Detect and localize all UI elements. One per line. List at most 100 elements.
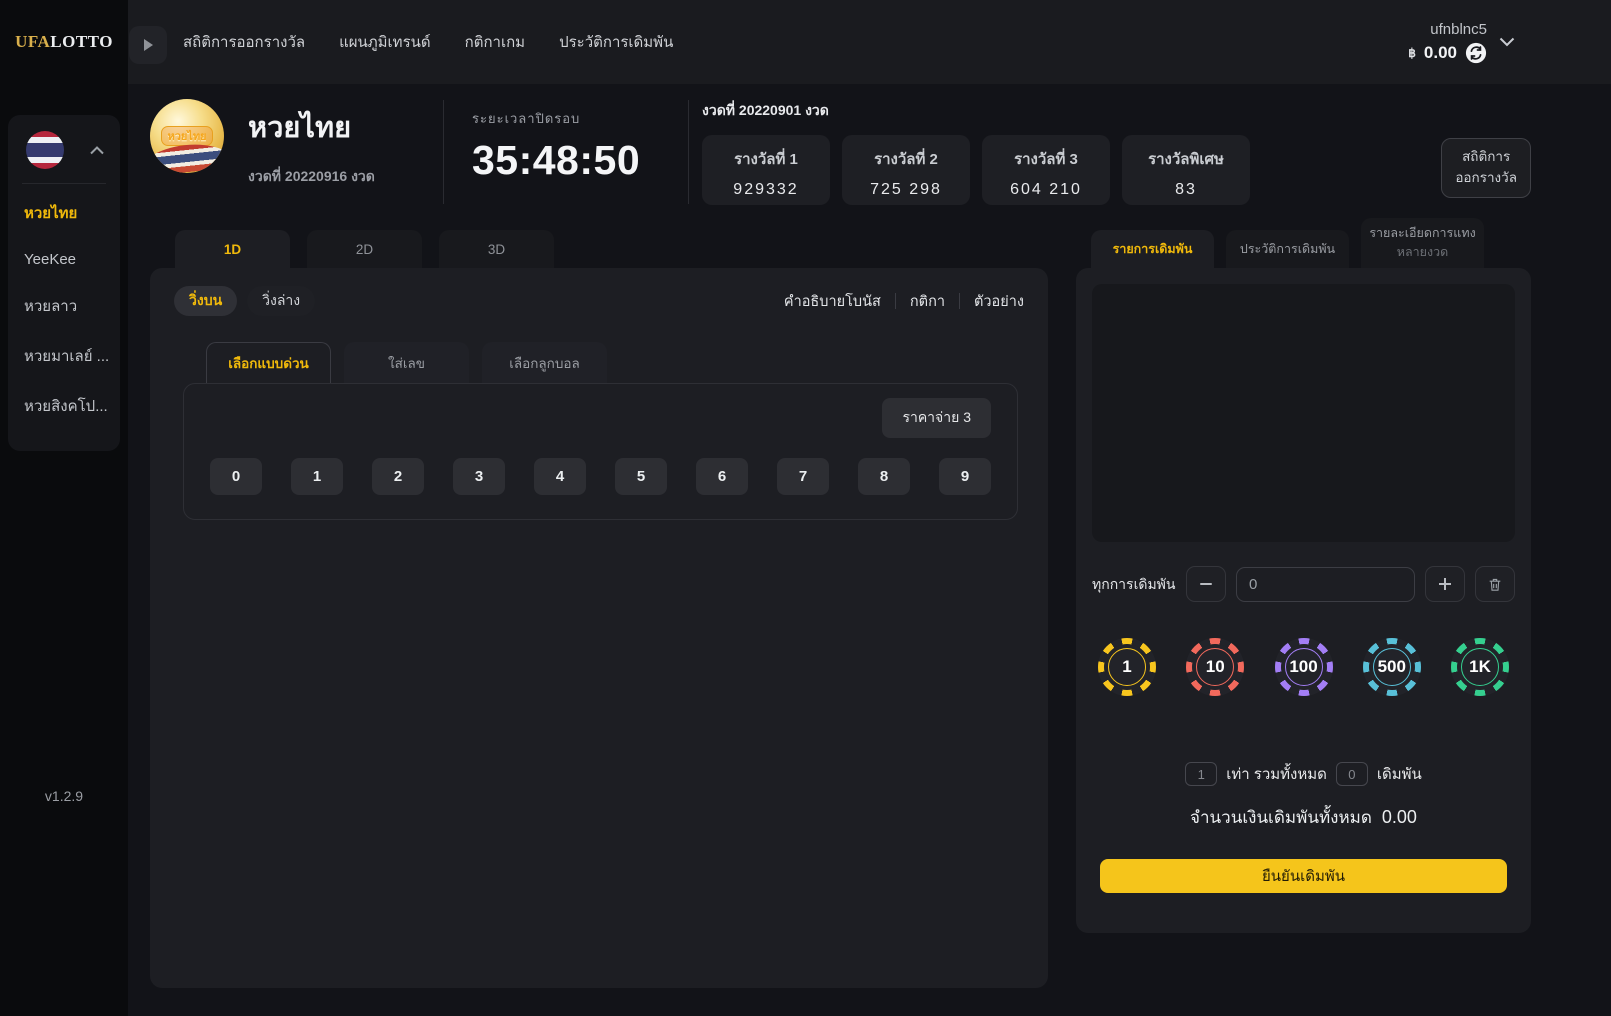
link-bonus-explanation[interactable]: คำอธิบายโบนัส bbox=[784, 290, 881, 313]
number-button-0[interactable]: 0 bbox=[210, 458, 262, 495]
chip-10[interactable]: 10 bbox=[1186, 638, 1244, 696]
lottery-group-header[interactable] bbox=[8, 131, 120, 169]
user-account-block[interactable]: ufnblnc5 ฿ 0.00 bbox=[1408, 21, 1611, 64]
number-button-2[interactable]: 2 bbox=[372, 458, 424, 495]
tab-1d[interactable]: 1D bbox=[175, 230, 290, 268]
quick-pick-box: ราคาจ่าย 3 0 1 2 3 4 5 6 7 8 bbox=[183, 383, 1018, 520]
payout-rate-button[interactable]: ราคาจ่าย 3 bbox=[882, 398, 991, 438]
total-amount-value: 0.00 bbox=[1382, 807, 1417, 827]
tab-bet-list[interactable]: รายการเดิมพัน bbox=[1091, 230, 1214, 268]
nav-bet-history[interactable]: ประวัติการเดิมพัน bbox=[559, 30, 673, 54]
stake-stepper: ทุกการเดิมพัน bbox=[1092, 566, 1515, 602]
bet-slip-tabs: รายการเดิมพัน ประวัติการเดิมพัน รายละเอี… bbox=[1076, 228, 1531, 268]
prize-label: รางวัลที่ 2 bbox=[856, 147, 956, 171]
menu-divider bbox=[22, 183, 106, 184]
brand-logo[interactable]: UFALOTTO bbox=[0, 0, 128, 84]
sidebar-item-singapore-lottery[interactable]: หวยสิงคโป... bbox=[8, 381, 120, 431]
nav-trend-chart[interactable]: แผนภูมิเทรนด์ bbox=[339, 30, 431, 54]
all-bets-label: ทุกการเดิมพัน bbox=[1092, 575, 1176, 594]
multiplier-box: 1 bbox=[1185, 762, 1217, 786]
prize-label: รางวัลที่ 1 bbox=[716, 147, 816, 171]
bet-slip-panel: ทุกการเดิมพัน bbox=[1076, 268, 1531, 933]
chip-500[interactable]: 500 bbox=[1363, 638, 1421, 696]
tab-pick-ball[interactable]: เลือกลูกบอล bbox=[482, 342, 607, 383]
link-example[interactable]: ตัวอย่าง bbox=[974, 290, 1024, 313]
chip-1[interactable]: 1 bbox=[1098, 638, 1156, 696]
sidebar-item-malay-lottery[interactable]: หวยมาเลย์ ... bbox=[8, 331, 120, 381]
game-header: หวยไทย หวยไทย งวดที่ 20220916 งวด ระยะเว… bbox=[150, 96, 1531, 228]
prize-cards: รางวัลที่ 1 929332 รางวัลที่ 2 725 298 ร… bbox=[702, 135, 1441, 205]
chip-100[interactable]: 100 bbox=[1275, 638, 1333, 696]
tab-3d[interactable]: 3D bbox=[439, 230, 554, 268]
top-bar: สถิติการออกรางวัล แผนภูมิเทรนด์ กติกาเกม… bbox=[128, 0, 1611, 84]
bet-count-label: เดิมพัน bbox=[1377, 762, 1422, 786]
body-row: 1D 2D 3D วิ่งบน วิ่งล่าง คำอธิบายโบนัส bbox=[150, 228, 1531, 1016]
run-mode-pills: วิ่งบน วิ่งล่าง bbox=[174, 286, 315, 316]
number-button-4[interactable]: 4 bbox=[534, 458, 586, 495]
nav-game-rules[interactable]: กติกาเกม bbox=[465, 30, 525, 54]
number-button-7[interactable]: 7 bbox=[777, 458, 829, 495]
confirm-bet-button[interactable]: ยืนยันเดิมพัน bbox=[1100, 859, 1507, 893]
brand-lotto: LOTTO bbox=[50, 32, 113, 52]
tab-2d[interactable]: 2D bbox=[307, 230, 422, 268]
prize-value: 604 210 bbox=[996, 181, 1096, 199]
sidebar-item-thai-lottery[interactable]: หวยไทย bbox=[8, 188, 120, 238]
chevron-up-icon bbox=[90, 146, 104, 155]
bet-area-column: 1D 2D 3D วิ่งบน วิ่งล่าง คำอธิบายโบนัส bbox=[150, 228, 1048, 1016]
link-rules[interactable]: กติกา bbox=[910, 290, 945, 313]
number-button-6[interactable]: 6 bbox=[696, 458, 748, 495]
current-round: งวดที่ 20220916 งวด bbox=[248, 166, 375, 188]
number-button-1[interactable]: 1 bbox=[291, 458, 343, 495]
nav-draw-statistics[interactable]: สถิติการออกรางวัล bbox=[183, 30, 305, 54]
lottery-title-block: หวยไทย งวดที่ 20220916 งวด bbox=[248, 99, 375, 188]
draw-statistics-button[interactable]: สถิติการ ออกรางวัล bbox=[1441, 138, 1531, 198]
increase-stake-button[interactable] bbox=[1425, 566, 1465, 602]
tab-enter-number[interactable]: ใส่เลข bbox=[344, 342, 469, 383]
pill-run-top[interactable]: วิ่งบน bbox=[174, 286, 237, 316]
sidebar-item-lao-lottery[interactable]: หวยลาว bbox=[8, 281, 120, 331]
info-links: คำอธิบายโบนัส กติกา ตัวอย่าง bbox=[784, 290, 1024, 313]
user-texts: ufnblnc5 ฿ 0.00 bbox=[1408, 21, 1487, 64]
refresh-balance-icon[interactable] bbox=[1465, 42, 1487, 64]
clear-bets-button[interactable] bbox=[1475, 566, 1515, 602]
decrease-stake-button[interactable] bbox=[1186, 566, 1226, 602]
username: ufnblnc5 bbox=[1408, 21, 1487, 38]
chip-1k[interactable]: 1K bbox=[1451, 638, 1509, 696]
play-arrow-icon bbox=[142, 38, 154, 52]
brand-ufa: UFA bbox=[15, 32, 50, 52]
lottery-menu: หวยไทย YeeKee หวยลาว หวยมาเลย์ ... หวยสิ… bbox=[8, 115, 120, 451]
number-button-9[interactable]: 9 bbox=[939, 458, 991, 495]
sidebar-item-yeekee[interactable]: YeeKee bbox=[8, 238, 120, 281]
number-buttons: 0 1 2 3 4 5 6 7 8 9 bbox=[210, 458, 991, 495]
digit-tabs: 1D 2D 3D bbox=[150, 228, 1048, 268]
last-results-block: งวดที่ 20220901 งวด รางวัลที่ 1 929332 ร… bbox=[689, 96, 1441, 205]
number-button-5[interactable]: 5 bbox=[615, 458, 667, 495]
tab-multi-round-details[interactable]: รายละเอียดการแทง หลายงวด bbox=[1361, 218, 1484, 268]
sidebar-expand-button[interactable] bbox=[129, 26, 167, 64]
prize-card-1: รางวัลที่ 1 929332 bbox=[702, 135, 830, 205]
number-button-8[interactable]: 8 bbox=[858, 458, 910, 495]
content-area: หวยไทย หวยไทย งวดที่ 20220916 งวด ระยะเว… bbox=[128, 84, 1611, 1016]
pick-method-tabs: เลือกแบบด่วน ใส่เลข เลือกลูกบอล bbox=[206, 342, 1048, 383]
prize-card-3: รางวัลที่ 3 604 210 bbox=[982, 135, 1110, 205]
thai-lottery-logo: หวยไทย bbox=[150, 99, 224, 173]
prize-label: รางวัลที่ 3 bbox=[996, 147, 1096, 171]
prize-card-special: รางวัลพิเศษ 83 bbox=[1122, 135, 1250, 205]
tab-bet-history[interactable]: ประวัติการเดิมพัน bbox=[1226, 230, 1349, 268]
balance-line: ฿ 0.00 bbox=[1408, 42, 1487, 64]
trash-icon bbox=[1487, 576, 1503, 593]
prize-value: 725 298 bbox=[856, 181, 956, 199]
thai-flag-icon bbox=[26, 131, 64, 169]
number-button-3[interactable]: 3 bbox=[453, 458, 505, 495]
pill-run-bottom[interactable]: วิ่งล่าง bbox=[247, 286, 315, 316]
chevron-down-icon[interactable] bbox=[1499, 37, 1515, 47]
bet-panel: วิ่งบน วิ่งล่าง คำอธิบายโบนัส กติกา ตัวอ… bbox=[150, 268, 1048, 988]
minus-icon bbox=[1200, 583, 1212, 585]
prize-label: รางวัลพิเศษ bbox=[1136, 147, 1236, 171]
tab-quick-pick[interactable]: เลือกแบบด่วน bbox=[206, 342, 331, 383]
balance-value: 0.00 bbox=[1424, 43, 1457, 63]
stake-input[interactable] bbox=[1236, 567, 1415, 602]
countdown-block: ระยะเวลาปิดรอบ 35:48:50 bbox=[444, 96, 688, 184]
lottery-logo-badge: หวยไทย bbox=[150, 126, 224, 146]
bet-count-box: 0 bbox=[1336, 762, 1368, 786]
